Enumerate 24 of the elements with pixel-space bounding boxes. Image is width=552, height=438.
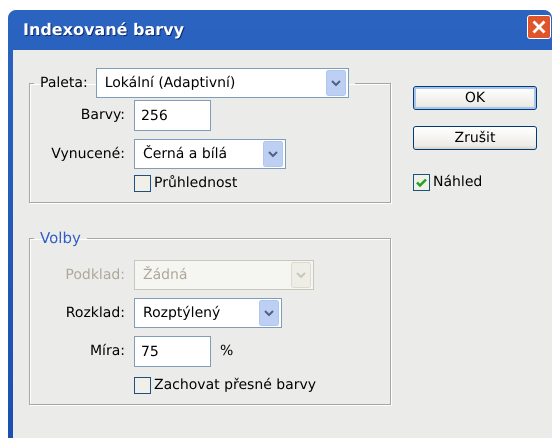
checkbox-label[interactable]: Průhlednost [154,173,238,194]
group-title: Volby [40,229,81,247]
field-label: Podklad: [64,266,125,284]
dialog-button[interactable]: OK [413,86,537,110]
field-label: Míra: [88,342,125,361]
window-title: Indexované barvy [23,19,184,41]
close-icon[interactable] [527,15,551,39]
unit-label: % [220,342,234,361]
checkbox[interactable] [134,175,151,192]
input-field[interactable]: 256 [134,100,211,131]
field-label: Paleta: [40,76,88,90]
dropdown[interactable]: Rozptýlený [134,298,282,328]
field-label: Rozklad: [64,304,125,322]
field-label: Barvy: [80,106,125,125]
checkbox[interactable] [413,174,430,191]
input-field[interactable]: 75 [134,336,211,367]
checkbox-label[interactable]: Náhled [433,172,482,193]
dropdown[interactable]: Černá a bílá [134,139,286,169]
checkbox[interactable] [134,377,151,394]
dialog-button[interactable]: Zrušit [413,126,537,150]
checkbox-label[interactable]: Zachovat přesné barvy [154,375,316,396]
dropdown[interactable]: Lokální (Adaptivní) [96,68,349,98]
dropdown: Žádná [134,260,314,290]
field-label: Vynucené: [50,144,125,164]
